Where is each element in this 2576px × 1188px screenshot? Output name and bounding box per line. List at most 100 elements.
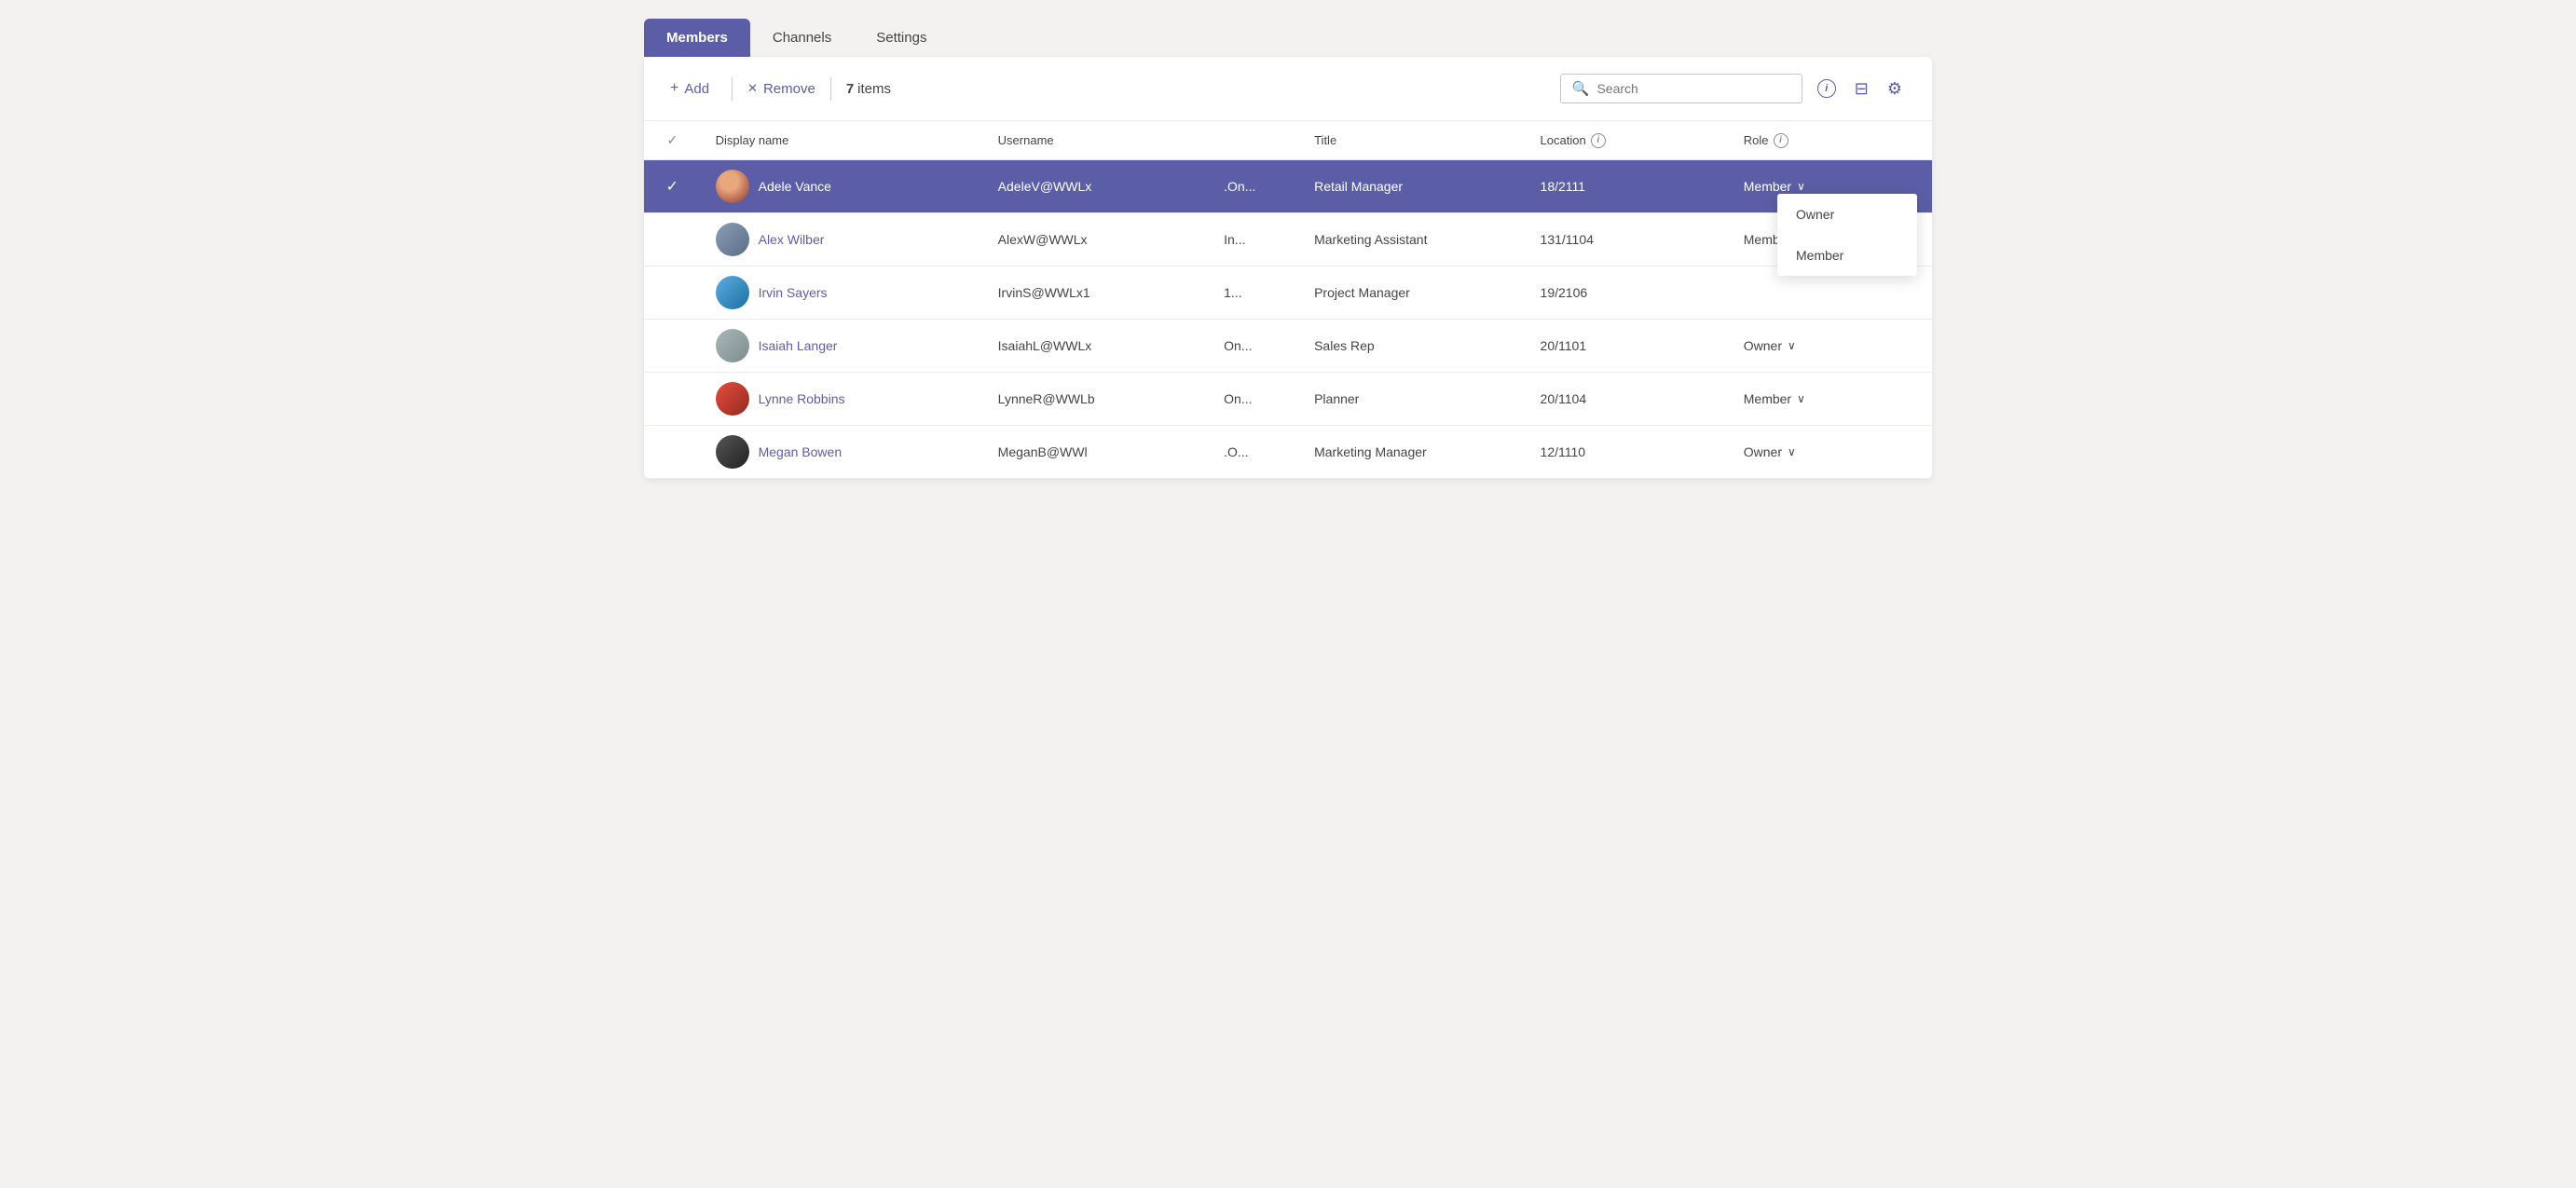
member-display-name: Isaiah Langer bbox=[759, 338, 838, 353]
table-row[interactable]: Lynne Robbins LynneR@WWLb On... Planner … bbox=[644, 373, 1932, 426]
tab-channels[interactable]: Channels bbox=[750, 19, 854, 57]
role-value: Member bbox=[1744, 391, 1791, 406]
row-location: 12/1110 bbox=[1526, 426, 1729, 479]
member-display-name: Irvin Sayers bbox=[759, 285, 828, 300]
member-display-name: Lynne Robbins bbox=[759, 391, 845, 406]
chevron-down-icon: ∨ bbox=[1788, 445, 1796, 458]
role-dropdown-trigger[interactable]: Member ∨ bbox=[1744, 179, 1917, 194]
row-name: Isaiah Langer bbox=[701, 320, 983, 373]
filter-button[interactable]: ⊟ bbox=[1851, 75, 1872, 102]
row-title: Retail Manager bbox=[1299, 160, 1525, 213]
row-domain: On... bbox=[1209, 320, 1299, 373]
search-box[interactable]: 🔍 bbox=[1560, 74, 1802, 103]
role-value: Owner bbox=[1744, 338, 1782, 353]
row-domain: .O... bbox=[1209, 426, 1299, 479]
info-icon: i bbox=[1817, 79, 1836, 98]
items-count: 7 bbox=[846, 81, 854, 97]
plus-icon: + bbox=[670, 80, 678, 97]
row-title: Marketing Manager bbox=[1299, 426, 1525, 479]
remove-button[interactable]: ✕ Remove bbox=[732, 77, 831, 101]
row-name: Lynne Robbins bbox=[701, 373, 983, 426]
row-name: Adele Vance bbox=[701, 160, 983, 213]
row-role: Member ∨ Owner Member bbox=[1729, 160, 1932, 213]
row-location: 18/2111 bbox=[1526, 160, 1729, 213]
tab-members[interactable]: Members bbox=[644, 19, 750, 57]
members-table-wrapper: ✓ Display name Username Title Location i bbox=[644, 121, 1932, 479]
row-role: Member ∨ bbox=[1729, 373, 1932, 426]
row-role: Owner ∨ bbox=[1729, 426, 1932, 479]
avatar bbox=[716, 276, 749, 309]
role-info-icon[interactable]: i bbox=[1774, 133, 1788, 148]
row-title: Sales Rep bbox=[1299, 320, 1525, 373]
search-icon: 🔍 bbox=[1572, 80, 1590, 97]
row-check bbox=[644, 320, 701, 373]
chevron-down-icon: ∨ bbox=[1797, 180, 1805, 193]
role-value: Member bbox=[1744, 179, 1791, 194]
row-location: 20/1101 bbox=[1526, 320, 1729, 373]
row-location: 20/1104 bbox=[1526, 373, 1729, 426]
row-username: LynneR@WWLb bbox=[983, 373, 1209, 426]
add-label: Add bbox=[684, 81, 709, 97]
toolbar: + Add ✕ Remove 7 items 🔍 i bbox=[644, 57, 1932, 121]
row-name: Alex Wilber bbox=[701, 213, 983, 266]
dropdown-item-member[interactable]: Member bbox=[1777, 235, 1917, 276]
row-title: Marketing Assistant bbox=[1299, 213, 1525, 266]
row-name: Megan Bowen bbox=[701, 426, 983, 479]
main-panel: + Add ✕ Remove 7 items 🔍 i bbox=[644, 57, 1932, 479]
info-button[interactable]: i bbox=[1814, 75, 1840, 102]
members-table: ✓ Display name Username Title Location i bbox=[644, 121, 1932, 479]
table-row[interactable]: Isaiah Langer IsaiahL@WWLx On... Sales R… bbox=[644, 320, 1932, 373]
toolbar-right: 🔍 i ⊟ ⚙ bbox=[1560, 74, 1906, 103]
remove-label: Remove bbox=[763, 81, 815, 97]
table-body: ✓ Adele Vance AdeleV@WWLx .On... bbox=[644, 160, 1932, 479]
header-title: Title bbox=[1299, 121, 1525, 160]
avatar bbox=[716, 329, 749, 362]
row-check bbox=[644, 213, 701, 266]
role-dropdown-trigger[interactable]: Owner ∨ bbox=[1744, 444, 1917, 459]
row-name: Irvin Sayers bbox=[701, 266, 983, 320]
app-container: Members Channels Settings + Add ✕ Remove… bbox=[644, 19, 1932, 612]
tab-settings[interactable]: Settings bbox=[854, 19, 949, 57]
row-username: AlexW@WWLx bbox=[983, 213, 1209, 266]
row-location: 131/1104 bbox=[1526, 213, 1729, 266]
role-dropdown-menu: Owner Member bbox=[1777, 194, 1917, 276]
row-domain: .On... bbox=[1209, 160, 1299, 213]
close-icon: ✕ bbox=[747, 81, 758, 96]
filter-icon: ⊟ bbox=[1855, 79, 1869, 99]
row-title: Planner bbox=[1299, 373, 1525, 426]
row-check bbox=[644, 266, 701, 320]
header-check: ✓ bbox=[644, 121, 701, 160]
header-domain bbox=[1209, 121, 1299, 160]
header-check-icon: ✓ bbox=[666, 132, 678, 147]
avatar bbox=[716, 170, 749, 203]
toolbar-left: + Add ✕ Remove 7 items bbox=[670, 76, 1560, 101]
member-display-name: Megan Bowen bbox=[759, 444, 843, 459]
role-dropdown-trigger[interactable]: Member ∨ bbox=[1744, 391, 1917, 406]
table-row[interactable]: ✓ Adele Vance AdeleV@WWLx .On... bbox=[644, 160, 1932, 213]
row-username: IrvinS@WWLx1 bbox=[983, 266, 1209, 320]
row-role: Owner ∨ bbox=[1729, 320, 1932, 373]
check-icon: ✓ bbox=[666, 179, 678, 195]
role-dropdown-trigger[interactable]: Owner ∨ bbox=[1744, 338, 1917, 353]
table-row[interactable]: Alex Wilber AlexW@WWLx In... Marketing A… bbox=[644, 213, 1932, 266]
member-display-name: Adele Vance bbox=[759, 179, 831, 194]
search-input[interactable] bbox=[1596, 81, 1789, 96]
row-check bbox=[644, 426, 701, 479]
table-row[interactable]: Megan Bowen MeganB@WWl .O... Marketing M… bbox=[644, 426, 1932, 479]
row-domain: On... bbox=[1209, 373, 1299, 426]
row-domain: 1... bbox=[1209, 266, 1299, 320]
row-username: IsaiahL@WWLx bbox=[983, 320, 1209, 373]
row-domain: In... bbox=[1209, 213, 1299, 266]
items-label: items bbox=[857, 81, 891, 97]
add-button[interactable]: + Add bbox=[670, 76, 717, 101]
location-info-icon[interactable]: i bbox=[1591, 133, 1606, 148]
header-username: Username bbox=[983, 121, 1209, 160]
row-title: Project Manager bbox=[1299, 266, 1525, 320]
row-check: ✓ bbox=[644, 160, 701, 213]
settings-button[interactable]: ⚙ bbox=[1884, 75, 1906, 102]
table-header: ✓ Display name Username Title Location i bbox=[644, 121, 1932, 160]
header-location: Location i bbox=[1526, 121, 1729, 160]
avatar bbox=[716, 435, 749, 469]
dropdown-item-owner[interactable]: Owner bbox=[1777, 194, 1917, 235]
table-row[interactable]: Irvin Sayers IrvinS@WWLx1 1... Project M… bbox=[644, 266, 1932, 320]
